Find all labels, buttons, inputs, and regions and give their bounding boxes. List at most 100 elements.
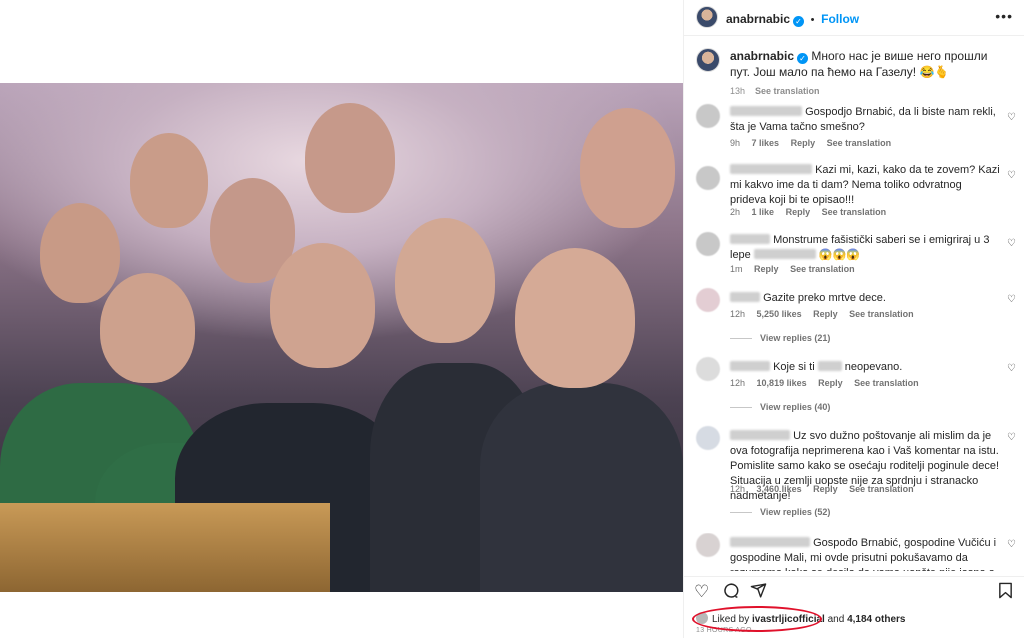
reply-button[interactable]: Reply xyxy=(818,378,843,388)
post-header: anabrnabic ✓ • Follow ••• xyxy=(684,0,1024,36)
blurred-text xyxy=(753,249,816,259)
see-translation-button[interactable]: See translation xyxy=(755,86,820,96)
person-face xyxy=(130,133,208,228)
verified-badge-icon: ✓ xyxy=(793,16,805,27)
view-replies-button[interactable]: View replies (52) xyxy=(730,507,830,517)
reply-button[interactable]: Reply xyxy=(754,264,779,274)
like-comment-heart-icon[interactable]: ♡ xyxy=(1007,294,1016,305)
caption-text-block: anabrnabic ✓ Много нас је више него прошл… xyxy=(730,48,1010,99)
blurred-username xyxy=(730,234,770,244)
media-pane xyxy=(0,0,683,638)
comment-time: 9h xyxy=(730,138,741,148)
liked-by-and: and xyxy=(827,614,845,625)
like-comment-heart-icon[interactable]: ♡ xyxy=(1007,112,1016,123)
comment-text-part: Koje si ti xyxy=(773,361,815,373)
caption-username[interactable]: anabrnabic xyxy=(730,49,794,63)
person-face xyxy=(395,218,495,343)
share-icon[interactable] xyxy=(750,582,767,604)
reply-button[interactable]: Reply xyxy=(791,138,816,148)
comment-text-block: Monstrume fašistički saberi se i emigrir… xyxy=(730,233,1000,263)
comment-likes[interactable]: 3,460 likes xyxy=(757,484,802,494)
blurred-username xyxy=(730,164,812,174)
comment-likes[interactable]: 5,250 likes xyxy=(757,309,802,319)
comment-time: 12h xyxy=(730,309,746,319)
view-replies-button[interactable]: View replies (21) xyxy=(730,333,830,343)
comment-meta: 1m Reply See translation xyxy=(730,264,864,274)
post-side-panel: anabrnabic ✓ • Follow ••• anabrnabic ✓ Мно… xyxy=(683,0,1024,638)
caption-time: 13h xyxy=(730,86,746,96)
person-face xyxy=(40,203,120,303)
comment-icon[interactable] xyxy=(722,582,740,605)
comment-text-block: Gazite preko mrtve dece. xyxy=(730,291,1000,306)
commenter-avatar[interactable] xyxy=(696,288,720,312)
like-comment-heart-icon[interactable]: ♡ xyxy=(1007,238,1016,249)
see-translation-button[interactable]: See translation xyxy=(849,484,914,494)
liker-username[interactable]: ivastrljicofficial xyxy=(752,614,825,625)
comment-text-part: neopevano. xyxy=(844,361,903,373)
person-face xyxy=(580,108,675,228)
comment-text-block: Koje si ti neopevano. xyxy=(730,360,1000,375)
blurred-username xyxy=(730,106,802,116)
reply-button[interactable]: Reply xyxy=(813,309,838,319)
comment-likes[interactable]: 7 likes xyxy=(752,138,780,148)
see-translation-button[interactable]: See translation xyxy=(854,378,919,388)
blurred-username xyxy=(730,537,810,547)
person-body xyxy=(480,383,683,592)
comment-time: 12h xyxy=(730,378,746,388)
person-face xyxy=(100,273,195,383)
comment-time: 12h xyxy=(730,484,746,494)
person-face xyxy=(515,248,635,388)
comment-time: 1m xyxy=(730,264,743,274)
commenter-avatar[interactable] xyxy=(696,357,720,381)
like-comment-heart-icon[interactable]: ♡ xyxy=(1007,170,1016,181)
separator-dot: • xyxy=(810,14,815,26)
view-replies-button[interactable]: View replies (40) xyxy=(730,402,830,412)
comment-meta: 12h 10,819 likes Reply See translation xyxy=(730,378,928,388)
see-translation-button[interactable]: See translation xyxy=(849,309,914,319)
bookmark-icon[interactable] xyxy=(998,582,1013,604)
post-timestamp: 13 HOURS AGO xyxy=(696,627,752,634)
see-translation-button[interactable]: See translation xyxy=(822,207,887,217)
comment-text-block: Gospođo Brnabić, gospodine Vučiću i gosp… xyxy=(730,536,1000,571)
heart-icon[interactable]: ♡ xyxy=(694,582,709,602)
reply-button[interactable]: Reply xyxy=(813,484,838,494)
commenter-avatar[interactable] xyxy=(696,232,720,256)
more-options-icon[interactable]: ••• xyxy=(995,8,1013,24)
comment-meta: 12h 3,460 likes Reply See translation xyxy=(730,484,923,494)
blurred-username xyxy=(730,430,790,440)
see-translation-button[interactable]: See translation xyxy=(827,138,892,148)
like-comment-heart-icon[interactable]: ♡ xyxy=(1007,539,1016,550)
comment-item: Gospođo Brnabić, gospodine Vučiću i gosp… xyxy=(684,533,1024,571)
comment-text-block: Kazi mi, kazi, kako da te zovem? Kazi mi… xyxy=(730,163,1000,208)
comment-emoji: 😱😱😱 xyxy=(818,249,861,261)
commenter-avatar[interactable] xyxy=(696,533,720,557)
likes-count[interactable]: 4,184 others xyxy=(847,614,905,625)
blurred-username xyxy=(730,361,770,371)
avatar[interactable] xyxy=(696,6,718,28)
avatar[interactable] xyxy=(696,48,720,72)
like-comment-heart-icon[interactable]: ♡ xyxy=(1007,363,1016,374)
commenter-avatar[interactable] xyxy=(696,104,720,128)
follow-button[interactable]: Follow xyxy=(821,12,859,26)
comment-text-block: Gospodjo Brnabić, da li biste nam rekli,… xyxy=(730,105,1000,135)
commenter-avatar[interactable] xyxy=(696,166,720,190)
person-face xyxy=(305,103,395,213)
comment-time: 2h xyxy=(730,207,741,217)
post-photo[interactable] xyxy=(0,83,683,592)
liked-by-summary[interactable]: Liked by ivastrljicofficial and 4,184 ot… xyxy=(696,612,905,625)
comment-likes[interactable]: 1 like xyxy=(752,207,775,217)
reply-button[interactable]: Reply xyxy=(786,207,811,217)
verified-badge-icon: ✓ xyxy=(797,53,809,64)
instagram-post-view: anabrnabic ✓ • Follow ••• anabrnabic ✓ Мно… xyxy=(0,0,1024,638)
post-actions-bar: ♡ Liked by ivastrljicofficial and 4,184 … xyxy=(684,576,1024,638)
header-username[interactable]: anabrnabic xyxy=(726,12,790,26)
comment-likes[interactable]: 10,819 likes xyxy=(757,378,807,388)
person-face xyxy=(270,243,375,368)
commenter-avatar[interactable] xyxy=(696,426,720,450)
see-translation-button[interactable]: See translation xyxy=(790,264,855,274)
liker-avatar xyxy=(696,612,708,624)
comment-text: Gazite preko mrtve dece. xyxy=(763,292,886,304)
comment-meta: 12h 5,250 likes Reply See translation xyxy=(730,309,923,319)
like-comment-heart-icon[interactable]: ♡ xyxy=(1007,432,1016,443)
comment-meta: 2h 1 like Reply See translation xyxy=(730,207,895,217)
